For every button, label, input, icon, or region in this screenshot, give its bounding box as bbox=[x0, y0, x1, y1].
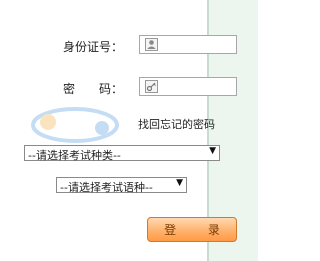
password-input[interactable] bbox=[162, 79, 232, 93]
password-label: 密 码： bbox=[63, 82, 124, 96]
exam-language-selected-value: --请选择考试语种-- bbox=[60, 181, 153, 194]
exam-type-select[interactable]: --请选择考试种类-- ▼ bbox=[24, 145, 220, 162]
site-watermark-logo bbox=[31, 107, 119, 143]
user-icon bbox=[145, 38, 158, 51]
id-number-label: 身份证号： bbox=[63, 40, 124, 54]
id-number-field[interactable] bbox=[139, 35, 237, 54]
password-field[interactable] bbox=[139, 77, 237, 96]
exam-language-select[interactable]: --请选择考试语种-- ▼ bbox=[56, 177, 187, 194]
dropdown-arrow-icon: ▼ bbox=[209, 146, 216, 156]
id-number-input[interactable] bbox=[162, 37, 232, 51]
forgot-password-link[interactable]: 找回忘记的密码 bbox=[138, 116, 215, 132]
login-button[interactable]: 登 录 bbox=[147, 217, 237, 242]
exam-type-selected-value: --请选择考试种类-- bbox=[28, 149, 121, 162]
key-icon bbox=[145, 80, 158, 93]
dropdown-arrow-icon: ▼ bbox=[176, 178, 183, 188]
